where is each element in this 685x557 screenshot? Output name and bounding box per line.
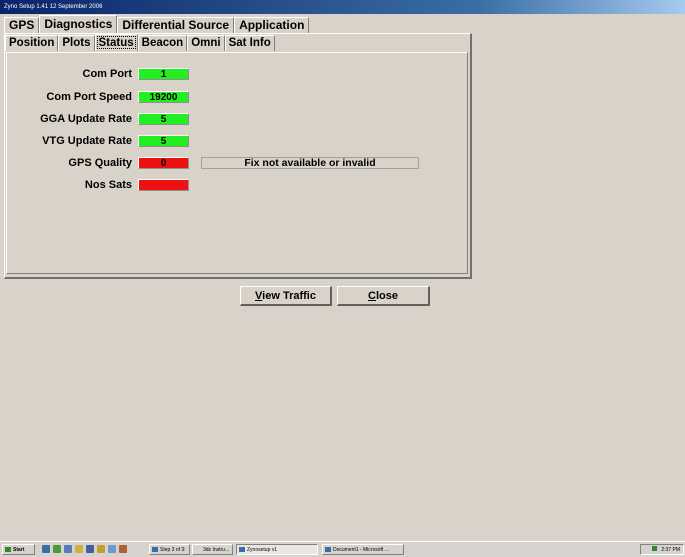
window-icon <box>152 547 158 552</box>
quicklaunch-app-icon[interactable] <box>53 545 61 553</box>
taskbar-item-label: 3ds Instru... <box>203 547 230 553</box>
tab-differential-source[interactable]: Differential Source <box>117 17 235 33</box>
nos-sats-label: Nos Sats <box>84 179 132 191</box>
tab-application[interactable]: Application <box>234 17 310 33</box>
taskbar-item-zynosetup[interactable]: Zynosetup v1 <box>236 544 318 555</box>
quicklaunch-folder-icon[interactable] <box>75 545 83 553</box>
tab-position[interactable]: Position <box>5 35 59 51</box>
gga-update-rate-indicator: 5 <box>138 113 189 125</box>
volume-icon[interactable] <box>651 546 657 551</box>
close-mnemonic: C <box>368 290 376 302</box>
taskbar: Start Step 3 of 3: 3ds Instru... Zynoset… <box>0 541 685 557</box>
word-document-icon <box>325 547 331 552</box>
status-row-com-port: Com Port 1 <box>7 68 467 81</box>
nos-sats-indicator <box>138 179 189 191</box>
tab-beacon[interactable]: Beacon <box>137 35 188 51</box>
close-button[interactable]: Close <box>337 286 430 306</box>
status-row-gps-quality: GPS Quality 0 Fix not available or inval… <box>7 157 467 170</box>
start-button[interactable]: Start <box>2 544 35 555</box>
taskbar-item-label: Step 3 of 3: <box>160 547 186 553</box>
sub-tab-strip: Position Plots Status Beacon Omni Sat In… <box>5 34 275 51</box>
tab-gps[interactable]: GPS <box>4 17 40 33</box>
clock: 2:37 PM <box>661 547 680 553</box>
quicklaunch-tool-icon[interactable] <box>97 545 105 553</box>
windows-logo-icon <box>5 547 11 552</box>
taskbar-item-3ds[interactable]: 3ds Instru... <box>192 544 233 555</box>
com-port-indicator: 1 <box>138 68 189 80</box>
gps-quality-message: Fix not available or invalid <box>201 157 419 169</box>
status-row-vtg-update-rate: VTG Update Rate 5 <box>7 135 467 148</box>
quicklaunch-desktop-icon[interactable] <box>86 545 94 553</box>
status-row-nos-sats: Nos Sats <box>7 179 467 192</box>
tab-diagnostics[interactable]: Diagnostics <box>39 15 118 33</box>
com-port-speed-indicator: 19200 <box>138 91 189 103</box>
window-title: Zyno Setup 1.41 12 September 2006 <box>4 4 103 10</box>
view-traffic-button[interactable]: View Traffic <box>240 286 332 306</box>
window-icon <box>239 547 245 552</box>
view-traffic-label: iew Traffic <box>262 290 316 302</box>
gga-update-rate-label: GGA Update Rate <box>40 113 132 125</box>
main-tab-strip: GPS Diagnostics Differential Source Appl… <box>4 15 310 33</box>
close-label: lose <box>375 290 398 302</box>
quicklaunch-outlook-icon[interactable] <box>64 545 72 553</box>
quicklaunch-media-icon[interactable] <box>108 545 116 553</box>
tab-omni[interactable]: Omni <box>187 35 225 51</box>
tab-sat-info[interactable]: Sat Info <box>224 35 275 51</box>
taskbar-item-label: Zynosetup v1 <box>247 547 278 553</box>
quicklaunch-misc-icon[interactable] <box>119 545 127 553</box>
status-row-com-port-speed: Com Port Speed 19200 <box>7 91 467 104</box>
vtg-update-rate-label: VTG Update Rate <box>42 135 132 147</box>
status-row-gga-update-rate: GGA Update Rate 5 <box>7 113 467 126</box>
taskbar-item-word[interactable]: Document1 - Microsoft ... <box>322 544 404 555</box>
vtg-update-rate-indicator: 5 <box>138 135 189 147</box>
status-panel: Com Port 1 Com Port Speed 19200 GGA Upda… <box>6 52 468 274</box>
tab-status[interactable]: Status <box>94 34 138 51</box>
start-label: Start <box>13 547 25 553</box>
tab-plots[interactable]: Plots <box>58 35 95 51</box>
quicklaunch-ie-icon[interactable] <box>42 545 50 553</box>
gps-quality-indicator: 0 <box>138 157 189 169</box>
title-bar[interactable]: Zyno Setup 1.41 12 September 2006 <box>0 0 685 14</box>
taskbar-item-step[interactable]: Step 3 of 3: <box>149 544 190 555</box>
system-tray: 2:37 PM <box>640 544 684 555</box>
gps-quality-label: GPS Quality <box>68 157 132 169</box>
taskbar-item-label: Document1 - Microsoft ... <box>333 547 389 553</box>
com-port-label: Com Port <box>82 68 133 80</box>
com-port-speed-label: Com Port Speed <box>46 91 132 103</box>
